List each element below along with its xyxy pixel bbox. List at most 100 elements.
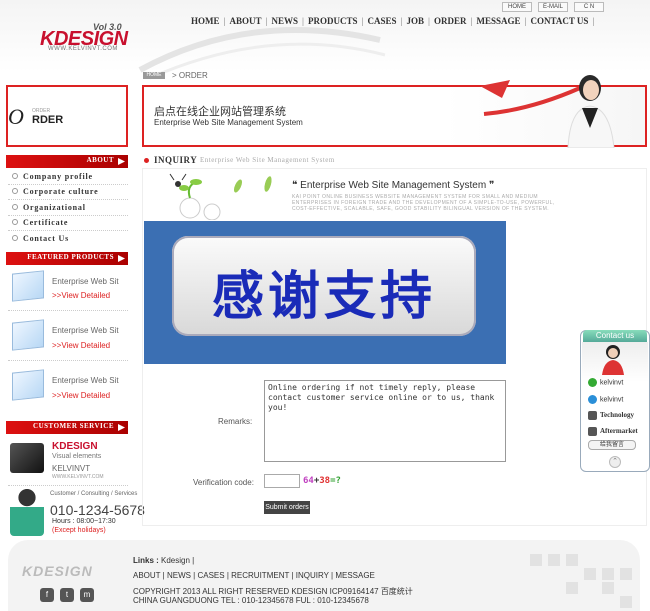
contact-row-technology[interactable]: Technology <box>588 411 634 420</box>
nav-news[interactable]: NEWS <box>268 16 301 26</box>
page: KDESIGN Vol 3.0 WWW.KELVINVT.COM HOME E-… <box>0 0 650 611</box>
divider <box>8 215 128 216</box>
about-item-contact-us[interactable]: Contact Us <box>12 234 69 243</box>
product-title[interactable]: Enterprise Web Sit <box>52 326 119 335</box>
chevron-up-icon[interactable]: ⌃ <box>609 456 621 468</box>
product-thumbnail[interactable] <box>12 369 44 401</box>
product-title[interactable]: Enterprise Web Sit <box>52 376 119 385</box>
footer-links: Links : Kdesign | <box>133 556 195 565</box>
nav-products[interactable]: PRODUCTS <box>305 16 361 26</box>
divider <box>8 485 128 486</box>
service-except: (Except holidays) <box>52 527 106 534</box>
phone-icon <box>588 427 597 436</box>
product-title[interactable]: Enterprise Web Sit <box>52 277 119 286</box>
contact-row-qq[interactable]: kelvinvt <box>588 378 623 387</box>
service-consult: Customer / Consulting / Services <box>50 491 138 497</box>
about-item-corporate-culture[interactable]: Corporate culture <box>12 187 98 196</box>
captcha-part: 64 <box>303 476 314 486</box>
footer-links-label: Links : <box>133 556 159 565</box>
header-swoosh <box>138 27 386 80</box>
product-view-link[interactable]: >>View Detailed <box>52 291 110 300</box>
breadcrumb-home[interactable]: HOME <box>143 72 165 79</box>
product-thumbnail[interactable] <box>12 319 44 351</box>
breadcrumb-current-label: ORDER <box>178 71 208 80</box>
contact-row-label: Aftermarket <box>600 427 638 436</box>
verification-input[interactable] <box>264 474 300 488</box>
contact-row-label: kelvinvt <box>600 396 624 404</box>
footer-logo[interactable]: KDESIGN <box>22 563 93 579</box>
service-hours: Hours : 08:00~17:30 <box>52 518 116 525</box>
footer-link-kdesign[interactable]: Kdesign <box>161 556 190 565</box>
nav-about[interactable]: ABOUT <box>226 16 264 26</box>
banner-title-en: Enterprise Web Site Management System <box>154 118 303 127</box>
divider <box>8 199 128 200</box>
nav-order[interactable]: ORDER <box>431 16 470 26</box>
top-cn-button[interactable]: C N <box>574 2 604 12</box>
ews-title-text: Enterprise Web Site Management System <box>300 180 487 191</box>
top-email-button[interactable]: E-MAIL <box>538 2 568 12</box>
submit-orders-button[interactable]: Submit orders <box>264 501 310 514</box>
nav-cases[interactable]: CASES <box>364 16 399 26</box>
arrow-right-icon <box>118 158 125 165</box>
remarks-label: Remarks: <box>218 417 253 426</box>
footer-nav: ABOUT | NEWS | CASES | RECRUITMENT | INQ… <box>133 571 375 580</box>
thanks-overlay-text: 感谢支持 <box>211 267 436 327</box>
remarks-textarea[interactable]: Online ordering if not timely reply, ple… <box>264 380 506 462</box>
footer-pattern <box>530 554 632 608</box>
arrow-right-icon <box>118 255 125 262</box>
nav-separator: | <box>592 16 595 26</box>
featured-products-title: FEATURED PRODUCTS <box>27 253 114 261</box>
product-view-link[interactable]: >>View Detailed <box>52 341 110 350</box>
footer-nav-cases[interactable]: CASES <box>197 571 224 580</box>
decorative-leaves-image <box>169 173 272 220</box>
service-url: WWW.KELVINVT.COM <box>52 474 104 480</box>
divider <box>8 310 128 311</box>
service-phone: 010-1234-5678 <box>50 502 145 518</box>
facebook-icon[interactable]: f <box>40 588 54 602</box>
nav-message[interactable]: MESSAGE <box>473 16 523 26</box>
captcha-part: 38 <box>319 476 331 486</box>
captcha: 64+38=? <box>303 476 341 486</box>
order-letter: O <box>8 104 24 129</box>
bullet-icon <box>144 158 149 163</box>
footer-nav-news[interactable]: NEWS <box>167 571 191 580</box>
divider <box>8 184 128 185</box>
product-view-link[interactable]: >>View Detailed <box>52 391 110 400</box>
about-item-company-profile[interactable]: Company profile <box>12 172 93 181</box>
about-item-organizational[interactable]: Organizational <box>12 203 86 212</box>
footer-nav-recruitment[interactable]: RECRUITMENT <box>231 571 289 580</box>
footer-nav-inquiry[interactable]: INQUIRY <box>296 571 329 580</box>
order-label: RDER <box>32 114 64 126</box>
service-kelvin: KELVINVT <box>52 464 91 473</box>
chat-icon <box>588 378 597 387</box>
service-product-image <box>10 443 44 473</box>
contact-row-skype[interactable]: kelvinvt <box>588 395 623 404</box>
nav-home[interactable]: HOME <box>188 16 223 26</box>
main-nav: HOME | ABOUT | NEWS | PRODUCTS | CASES | JOB |… <box>188 16 595 26</box>
about-item-certificate[interactable]: Certificate <box>12 218 68 227</box>
footer-nav-about[interactable]: ABOUT <box>133 571 160 580</box>
contact-row-label: Technology <box>600 411 634 420</box>
message-icon[interactable]: m <box>80 588 94 602</box>
footer-nav-message[interactable]: MESSAGE <box>335 571 375 580</box>
order-title-box <box>6 85 128 147</box>
service-agent-image <box>10 488 44 536</box>
captcha-part: =? <box>330 476 341 486</box>
top-home-button[interactable]: HOME <box>502 2 532 12</box>
logo-version: Vol 3.0 <box>93 22 122 32</box>
nav-contact[interactable]: CONTACT US <box>527 16 591 26</box>
customer-service-title: CUSTOMER SERVICE <box>33 422 114 430</box>
about-header: ABOUT <box>6 155 128 168</box>
service-visual: Visual elements <box>52 453 102 460</box>
banner-woman-image <box>567 75 615 148</box>
arrow-right-icon <box>118 424 125 431</box>
skype-icon <box>588 395 597 404</box>
divider <box>8 360 128 361</box>
nav-job[interactable]: JOB <box>403 16 427 26</box>
leave-message-button[interactable]: 给我留言 <box>588 440 636 450</box>
contact-row-aftermarket[interactable]: Aftermarket <box>588 427 638 436</box>
contact-widget-title: Contact us <box>583 330 647 342</box>
phone-icon <box>588 411 597 420</box>
twitter-icon[interactable]: t <box>60 588 74 602</box>
product-thumbnail[interactable] <box>12 270 44 302</box>
